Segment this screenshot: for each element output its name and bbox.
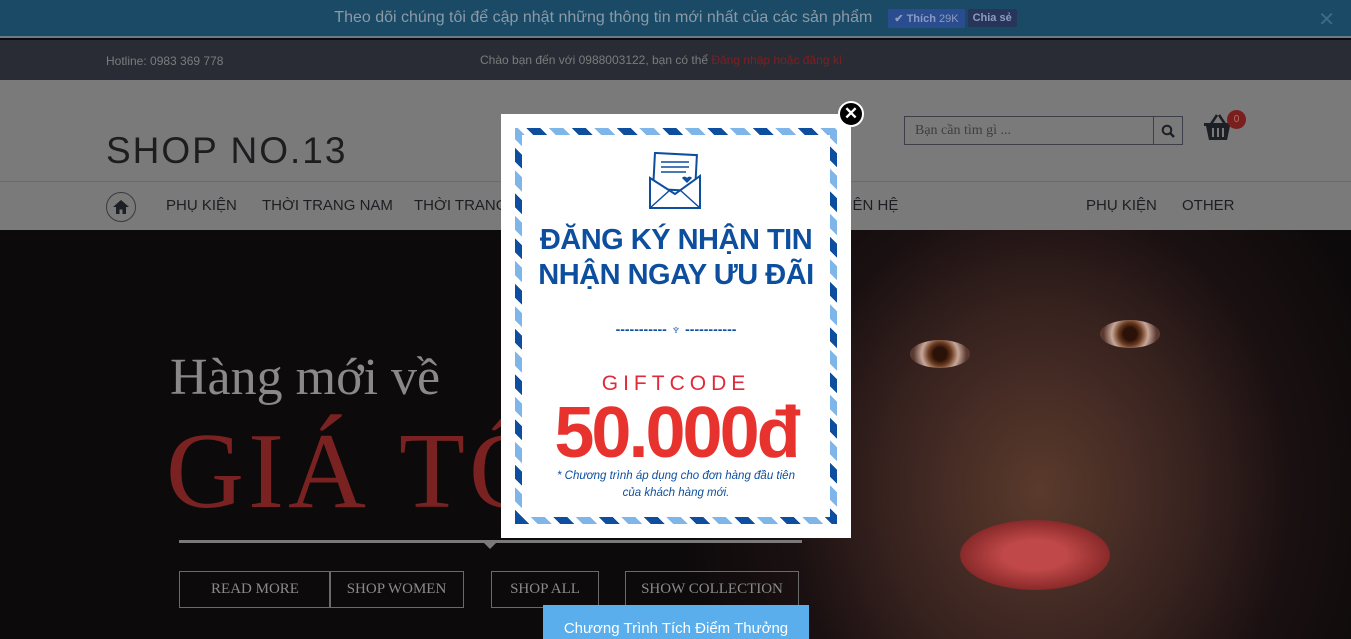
search-button[interactable] [1153,117,1182,144]
popup-divider: ----------- ♆ ----------- [615,321,737,337]
like-label: Thích [906,12,936,25]
popup-title-line2: NHẬN NGAY ƯU ĐÃI [538,259,814,291]
model-eye [1100,320,1160,348]
show-collection-button[interactable]: SHOW COLLECTION [625,571,799,608]
shop-women-button[interactable]: SHOP WOMEN [329,571,464,608]
like-count: 29K [938,12,959,25]
search-input[interactable] [905,117,1153,144]
facebook-like-button[interactable]: ✔ Thích 29K [888,8,965,28]
search-box [904,116,1183,145]
nav-item-thoi-trang-nam[interactable]: THỜI TRANG NAM [262,197,393,214]
info-bar: Hotline: 0983 369 778 Chào bạn đến với 0… [0,40,1351,87]
home-icon [113,200,129,214]
hotline: Hotline: 0983 369 778 [106,54,224,68]
model-eye [910,340,970,368]
follow-bar: Theo dõi chúng tôi để cập nhật những thô… [0,0,1351,38]
logo[interactable]: SHOP NO.13 [106,130,347,172]
home-button[interactable] [106,192,136,222]
nav-item-other[interactable]: OTHER [1182,197,1235,214]
envelope-letter-icon [649,152,701,209]
popup-title-line1: ĐĂNG KÝ NHẬN TIN [539,224,813,256]
read-more-button[interactable]: READ MORE [179,571,331,608]
nav-item-phu-kien-right[interactable]: PHỤ KIỆN [1086,197,1157,214]
popup-close-button[interactable]: ✕ [838,101,864,127]
login-register-link[interactable]: Đăng nhập hoặc đăng kí [711,53,842,67]
follow-message: Theo dõi chúng tôi để cập nhật những thô… [334,9,873,26]
facebook-share-button[interactable]: Chia sẻ [967,9,1017,27]
nav-item-phu-kien[interactable]: PHỤ KIỆN [166,197,237,214]
note-line1: * Chương trình áp dụng cho đơn hàng đầu … [557,470,795,482]
close-icon[interactable]: ✕ [1318,7,1335,32]
giftcode-amount: 50.000đ [554,393,800,473]
search-icon [1161,124,1175,138]
cart-count-badge: 0 [1227,110,1246,129]
newsletter-popup: ĐĂNG KÝ NHẬN TIN NHẬN NGAY ƯU ĐÃI ------… [501,114,851,538]
hero-divider [179,540,802,549]
model-lips [960,520,1110,590]
nav-item-thoi-trang[interactable]: THỜI TRANG [414,197,507,214]
welcome-text: Chào bạn đến với 0988003122, bạn có thể … [480,53,842,67]
welcome-label: Chào bạn đến với 0988003122, bạn có thể [480,53,712,67]
hero-subtitle: Hàng mới về [170,349,441,406]
reward-points-button[interactable]: Chương Trình Tích Điểm Thưởng [543,605,809,639]
note-line2: của khách hàng mới. [622,487,730,499]
shop-all-button[interactable]: SHOP ALL [491,571,599,608]
popup-note: * Chương trình áp dụng cho đơn hàng đầu … [501,468,851,502]
